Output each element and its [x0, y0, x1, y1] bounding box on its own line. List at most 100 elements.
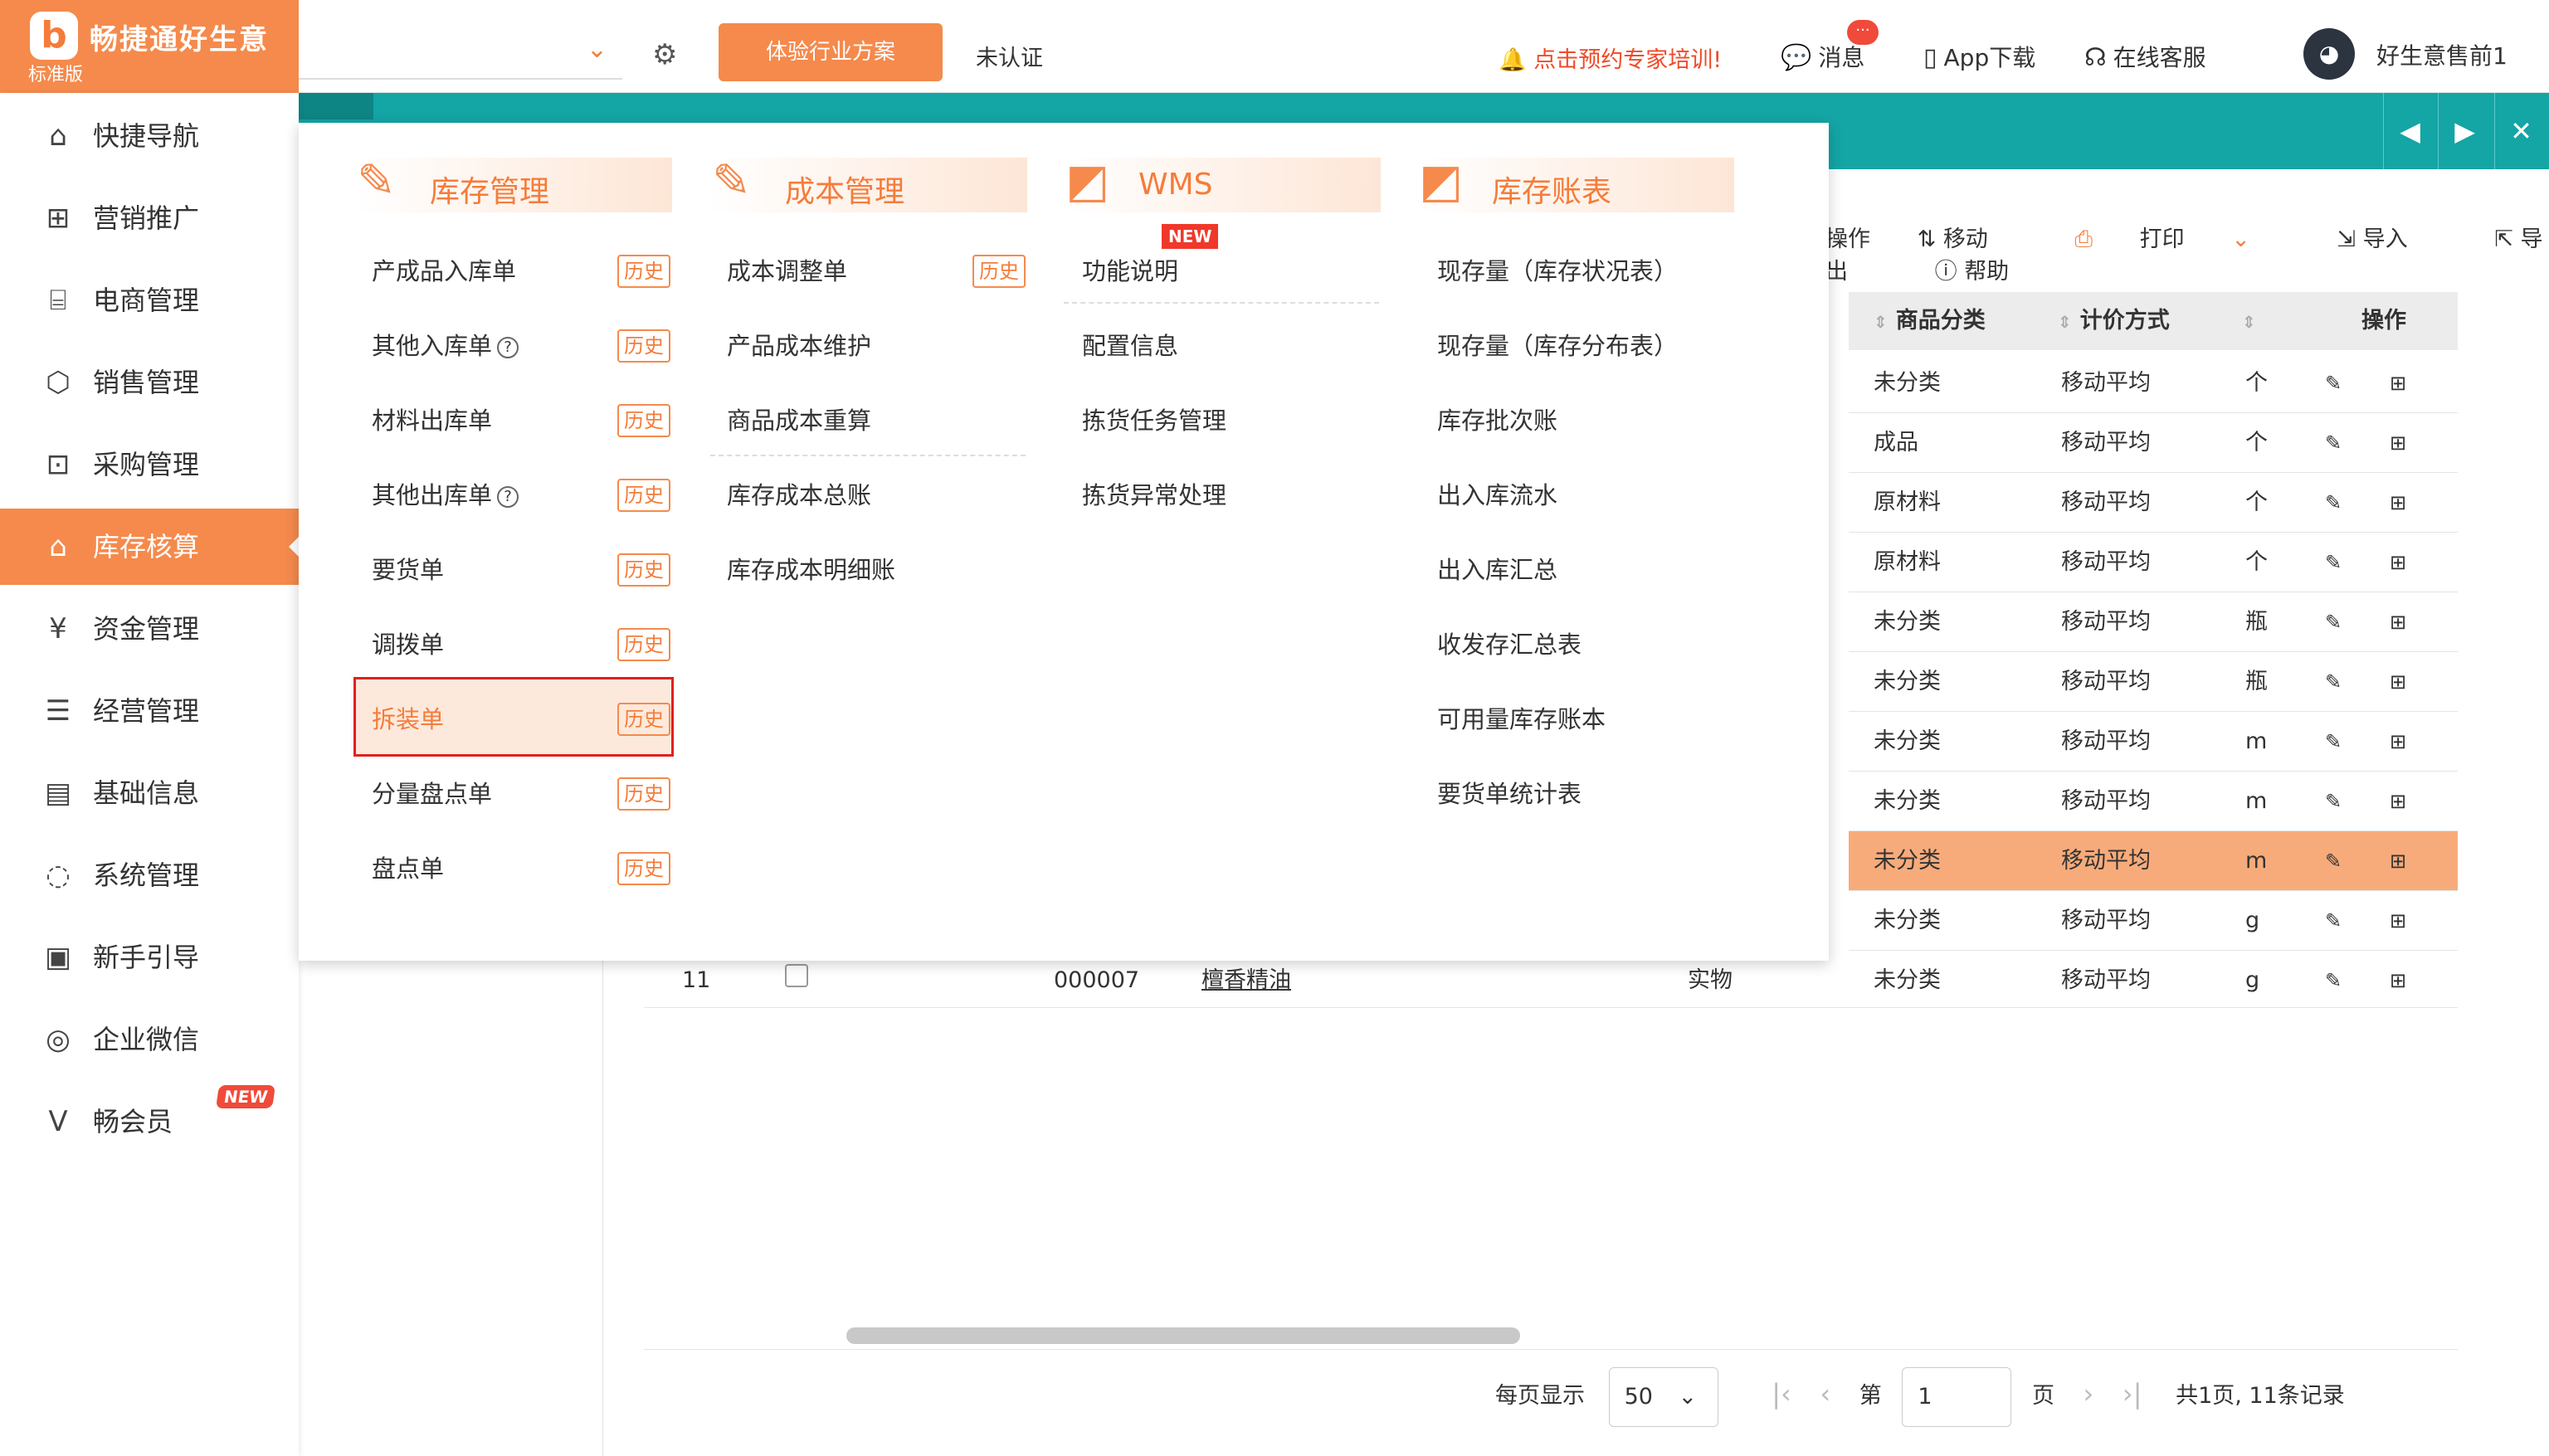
sidebar-item-2[interactable]: ⌸ 电商管理 [0, 262, 299, 338]
menu-item[interactable]: 功能说明 [1082, 251, 1178, 292]
more-grid-icon[interactable]: ⊞ [2390, 533, 2406, 592]
history-button[interactable]: 历史 [617, 703, 670, 736]
menu-item[interactable]: 其他出库单? [372, 475, 519, 516]
per-page-select[interactable]: 50 ⌄ [1608, 1366, 1718, 1427]
menu-item[interactable]: 拣货任务管理 [1082, 400, 1226, 441]
menu-item[interactable]: 调拨单 [372, 624, 444, 665]
sidebar-item-11[interactable]: ◎ 企业微信 [0, 1001, 299, 1078]
menu-item[interactable]: 商品成本重算 [727, 400, 871, 441]
menu-item[interactable]: 分量盘点单 [372, 773, 492, 815]
history-button[interactable]: 历史 [617, 777, 670, 811]
horizontal-scrollbar[interactable] [846, 1327, 1520, 1344]
table-row[interactable]: 未分类 移动平均 m ✎ ⊞ [1849, 831, 2458, 891]
edit-icon[interactable]: ✎ [2325, 652, 2342, 712]
menu-item[interactable]: 产品成本维护 [727, 325, 871, 367]
more-grid-icon[interactable]: ⊞ [2390, 951, 2406, 1010]
sidebar-item-5[interactable]: ⌂ 库存核算 [0, 509, 299, 585]
history-button[interactable]: 历史 [617, 852, 670, 885]
menu-item[interactable]: 出入库流水 [1437, 475, 1557, 516]
sidebar-item-3[interactable]: ⬡ 销售管理 [0, 344, 299, 421]
menu-item[interactable]: 库存成本总账 [727, 475, 871, 516]
header-unit-sort[interactable]: ⇕ [2242, 292, 2264, 350]
history-button[interactable]: 历史 [617, 329, 670, 363]
menu-item[interactable]: 库存批次账 [1437, 400, 1557, 441]
sidebar-item-8[interactable]: ▤ 基础信息 [0, 755, 299, 831]
more-grid-icon[interactable]: ⊞ [2390, 592, 2406, 652]
header-category[interactable]: ⇕ 商品分类 [1874, 292, 1986, 350]
app-logo[interactable]: b 畅捷通好生意 标准版 [0, 0, 299, 93]
sidebar-item-1[interactable]: ⊞ 营销推广 [0, 180, 299, 256]
edit-icon[interactable]: ✎ [2325, 413, 2342, 473]
more-grid-icon[interactable]: ⊞ [2390, 891, 2406, 951]
edit-icon[interactable]: ✎ [2325, 533, 2342, 592]
more-grid-icon[interactable]: ⊞ [2390, 413, 2406, 473]
messages-button[interactable]: 💬 消息 [1781, 40, 1864, 73]
more-grid-icon[interactable]: ⊞ [2390, 712, 2406, 772]
edit-icon[interactable]: ✎ [2325, 592, 2342, 652]
menu-item[interactable]: 收发存汇总表 [1437, 624, 1582, 665]
more-grid-icon[interactable]: ⊞ [2390, 772, 2406, 831]
close-tabs-icon[interactable]: ✕ [2494, 93, 2547, 169]
certification-status[interactable]: 未认证 [976, 40, 1043, 72]
history-button[interactable]: 历史 [972, 255, 1026, 288]
user-name[interactable]: 好生意售前1 [2376, 38, 2508, 71]
edit-icon[interactable]: ✎ [2325, 772, 2342, 831]
table-row[interactable]: 原材料 移动平均 个 ✎ ⊞ [1849, 473, 2458, 533]
menu-item[interactable]: 出入库汇总 [1437, 549, 1557, 591]
app-download-button[interactable]: ▯ App下载 [1923, 40, 2035, 73]
history-button[interactable]: 历史 [617, 479, 670, 512]
table-row[interactable]: 原材料 移动平均 个 ✎ ⊞ [1849, 533, 2458, 592]
sidebar-item-0[interactable]: ⌂ 快捷导航 [0, 98, 299, 174]
menu-item[interactable]: 拣货异常处理 [1082, 475, 1226, 516]
print-button[interactable]: ⎙ 打印 ⌄ [2074, 226, 2289, 252]
menu-item[interactable]: 可用量库存账本 [1437, 699, 1606, 740]
table-row[interactable]: 未分类 移动平均 瓶 ✎ ⊞ [1849, 592, 2458, 652]
more-grid-icon[interactable]: ⊞ [2390, 353, 2406, 413]
table-row[interactable]: 11 000007 檀香精油 实物 [647, 957, 1825, 1007]
edit-icon[interactable]: ✎ [2325, 831, 2342, 891]
history-button[interactable]: 历史 [617, 553, 670, 587]
sidebar-item-9[interactable]: ◌ 系统管理 [0, 837, 299, 913]
edit-icon[interactable]: ✎ [2325, 473, 2342, 533]
history-button[interactable]: 历史 [617, 255, 670, 288]
menu-item[interactable]: 现存量（库存状况表） [1437, 251, 1678, 292]
operate-button[interactable]: 操作 [1825, 226, 1870, 252]
table-row-tail[interactable]: 未分类 移动平均 g ✎ ⊞ [1849, 951, 2458, 1010]
menu-item[interactable]: 成本调整单 [727, 251, 847, 292]
more-grid-icon[interactable]: ⊞ [2390, 473, 2406, 533]
row-name-link[interactable]: 檀香精油 [1201, 957, 1291, 1004]
menu-item[interactable]: 现存量（库存分布表） [1437, 325, 1678, 367]
move-button[interactable]: ⇅ 移动 [1918, 226, 2028, 252]
help-button[interactable]: ⓘ 帮助 [1935, 259, 2049, 285]
avatar[interactable]: ◕ [2303, 28, 2355, 80]
import-button[interactable]: ⇲ 导入 [2337, 226, 2447, 252]
menu-item[interactable]: 要货单统计表 [1437, 773, 1582, 815]
table-row[interactable]: 未分类 移动平均 g ✎ ⊞ [1849, 891, 2458, 951]
menu-item[interactable]: 材料出库单 [372, 400, 492, 441]
menu-item[interactable]: 其他入库单? [372, 325, 519, 367]
menu-item[interactable]: 库存成本明细账 [727, 549, 895, 591]
menu-item[interactable]: 要货单 [372, 549, 444, 591]
tab-scroll-left-icon[interactable]: ◀ [2383, 93, 2436, 169]
page-input[interactable]: 1 [1902, 1366, 2012, 1427]
menu-item[interactable]: 配置信息 [1082, 325, 1178, 367]
edit-icon[interactable]: ✎ [2325, 891, 2342, 951]
expert-training-link[interactable]: 🔔 点击预约专家培训! [1499, 41, 1722, 74]
menu-item[interactable]: 拆装单 [372, 699, 444, 740]
sidebar-item-7[interactable]: ☰ 经营管理 [0, 673, 299, 749]
table-row[interactable]: 未分类 移动平均 个 ✎ ⊞ [1849, 353, 2458, 413]
table-row[interactable]: 未分类 移动平均 m ✎ ⊞ [1849, 772, 2458, 831]
gear-icon[interactable]: ⚙ [652, 38, 685, 71]
menu-item[interactable]: 产成品入库单 [372, 251, 516, 292]
sidebar-item-4[interactable]: ⊡ 采购管理 [0, 426, 299, 503]
table-row[interactable]: 未分类 移动平均 瓶 ✎ ⊞ [1849, 652, 2458, 712]
next-page-icon[interactable]: › [2084, 1378, 2094, 1410]
menu-item[interactable]: 盘点单 [372, 848, 444, 889]
last-page-icon[interactable]: ›| [2123, 1378, 2142, 1410]
history-button[interactable]: 历史 [617, 628, 670, 661]
prev-page-icon[interactable]: ‹ [1820, 1378, 1830, 1410]
help-icon[interactable]: ? [497, 337, 519, 358]
history-button[interactable]: 历史 [617, 404, 670, 437]
first-page-icon[interactable]: |‹ [1772, 1378, 1791, 1410]
header-pricing[interactable]: ⇕ 计价方式 [2058, 292, 2170, 350]
